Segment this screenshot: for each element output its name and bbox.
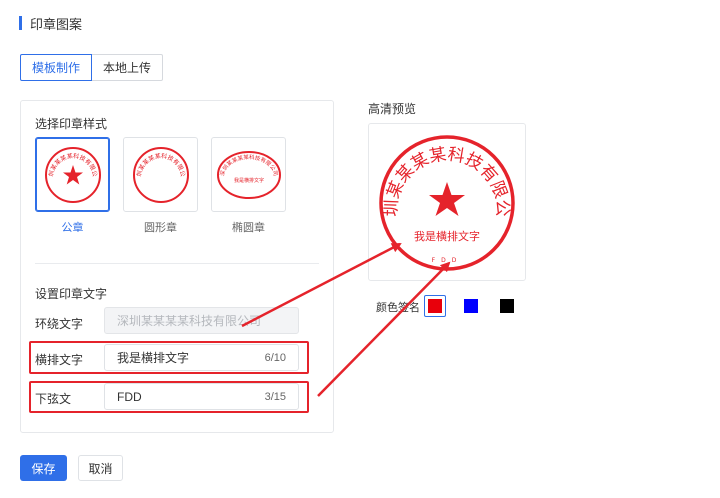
template-label-oval: 椭圆章 — [232, 222, 265, 234]
arrow-to-bottom-text — [317, 261, 451, 397]
highlight-box-bottom — [29, 381, 309, 413]
template-oval-seal[interactable]: 深圳某某某某科技有限公司 我是横排文字 — [211, 137, 286, 212]
oval-inner-text: 我是横排文字 — [233, 177, 263, 184]
seal-star-icon — [429, 182, 465, 216]
ring-text-label: 环绕文字 — [35, 317, 84, 331]
cancel-button[interactable]: 取消 — [78, 455, 123, 481]
mode-tabs: 模板制作 本地上传 — [20, 54, 164, 81]
blue-swatch — [464, 299, 478, 313]
tab-template[interactable]: 模板制作 — [20, 54, 93, 81]
section-divider — [35, 263, 319, 264]
template-section-title: 选择印章样式 — [35, 117, 108, 131]
title-accent-bar — [19, 16, 22, 30]
oval-seal-thumbnail: 深圳某某某某科技有限公司 我是横排文字 — [216, 150, 281, 199]
page-title: 印章图案 — [30, 16, 83, 32]
ring-text-value: 深圳某某某某科技有限公司 — [117, 314, 262, 328]
template-round-seal[interactable]: 深圳某某某某科技有限公司 — [123, 137, 198, 212]
text-section-title: 设置印章文字 — [35, 287, 108, 301]
official-seal-thumbnail: 深圳某某某某科技有限公司 — [42, 144, 101, 203]
seal-preview-image: 深圳某某某某科技有限公司 我是横排文字 FDD — [361, 109, 515, 271]
color-label: 颜色签名 — [376, 302, 420, 314]
highlight-box-horizontal — [29, 341, 309, 374]
round-seal-thumbnail: 深圳某某某某科技有限公司 — [130, 144, 189, 203]
section-title: 印章图案 — [19, 15, 83, 32]
seal-preview: 深圳某某某某科技有限公司 我是横排文字 FDD — [361, 109, 526, 281]
save-button[interactable]: 保存 — [20, 455, 67, 481]
template-official-seal[interactable]: 深圳某某某某科技有限公司 — [35, 137, 110, 212]
color-option-black[interactable] — [496, 295, 518, 317]
color-option-red[interactable] — [424, 295, 446, 317]
red-swatch — [428, 299, 442, 313]
preview-bottom-text: FDD — [432, 257, 463, 264]
template-label-round: 圆形章 — [144, 222, 177, 234]
color-option-blue[interactable] — [460, 295, 482, 317]
preview-title: 高清预览 — [368, 102, 417, 116]
template-label-official: 公章 — [61, 222, 84, 234]
ring-text-input[interactable]: 深圳某某某某科技有限公司 — [104, 307, 299, 334]
preview-center-text: 我是横排文字 — [414, 229, 480, 243]
tab-upload[interactable]: 本地上传 — [92, 54, 164, 81]
black-swatch — [500, 299, 514, 313]
svg-text:深圳某某某某科技有限公司: 深圳某某某某科技有限公司 — [217, 152, 278, 176]
